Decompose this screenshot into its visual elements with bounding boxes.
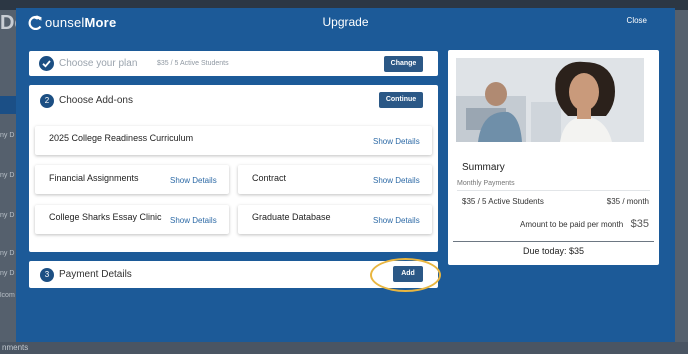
addon-name: Graduate Database: [252, 212, 331, 222]
close-button[interactable]: Close: [627, 16, 647, 25]
summary-line-item-label: $35 / 5 Active Students: [462, 197, 544, 206]
modal-title: Upgrade: [322, 15, 369, 29]
addon-card[interactable]: Financial Assignments Show Details: [35, 165, 229, 194]
addons-step-label: Choose Add-ons: [59, 95, 133, 106]
show-details-link[interactable]: Show Details: [373, 137, 420, 146]
add-button-highlight: [370, 258, 441, 292]
show-details-link[interactable]: Show Details: [373, 216, 420, 225]
addon-name: 2025 College Readiness Curriculum: [49, 133, 194, 143]
background-bottom-text: nments: [0, 342, 688, 354]
step-number: 2: [40, 94, 54, 108]
change-plan-button[interactable]: Change: [384, 56, 423, 72]
summary-line-item-value: $35 / month: [606, 197, 649, 206]
addon-card[interactable]: 2025 College Readiness Curriculum Show D…: [35, 126, 432, 155]
continue-button[interactable]: Continue: [379, 92, 423, 108]
background-row: lcom: [0, 292, 15, 299]
plan-step-card: Choose your plan $35 / 5 Active Students…: [29, 51, 438, 76]
summary-divider: [457, 190, 650, 191]
addon-card[interactable]: College Sharks Essay Clinic Show Details: [35, 205, 229, 234]
background-row: ny D: [0, 172, 15, 179]
student-photo: [456, 58, 644, 142]
addon-name: Financial Assignments: [49, 173, 139, 183]
amount-value: $35: [630, 218, 649, 230]
show-details-link[interactable]: Show Details: [170, 176, 217, 185]
background-row: ny D: [0, 250, 15, 257]
addon-card[interactable]: Graduate Database Show Details: [238, 205, 432, 234]
upgrade-modal: ounselMore Upgrade Close Choose your pla…: [16, 8, 675, 342]
summary-total-divider: [453, 241, 654, 242]
background-table-header: [0, 96, 16, 114]
background-page-title: De: [0, 12, 16, 34]
checkmark-icon: [39, 56, 54, 71]
addon-card[interactable]: Contract Show Details: [238, 165, 432, 194]
addons-step-card: 2 Choose Add-ons Continue 2025 College R…: [29, 85, 438, 252]
summary-subheading: Monthly Payments: [457, 180, 515, 187]
summary-panel: Summary Monthly Payments $35 / 5 Active …: [448, 50, 659, 265]
background-row: ny D: [0, 212, 15, 219]
plan-step-summary: $35 / 5 Active Students: [157, 60, 229, 67]
amount-label: Amount to be paid per month: [520, 220, 624, 229]
addon-name: College Sharks Essay Clinic: [49, 212, 162, 222]
due-today: Due today: $35: [522, 246, 585, 256]
background-row: ny D: [0, 132, 15, 139]
summary-heading: Summary: [462, 162, 505, 173]
payment-step-label: Payment Details: [59, 269, 132, 280]
addon-name: Contract: [252, 173, 287, 183]
background-row: ny D: [0, 270, 15, 277]
plan-step-label: Choose your plan: [59, 58, 138, 69]
step-number: 3: [40, 268, 54, 282]
show-details-link[interactable]: Show Details: [170, 216, 217, 225]
modal-header: ounselMore Upgrade Close: [16, 8, 675, 36]
show-details-link[interactable]: Show Details: [373, 176, 420, 185]
